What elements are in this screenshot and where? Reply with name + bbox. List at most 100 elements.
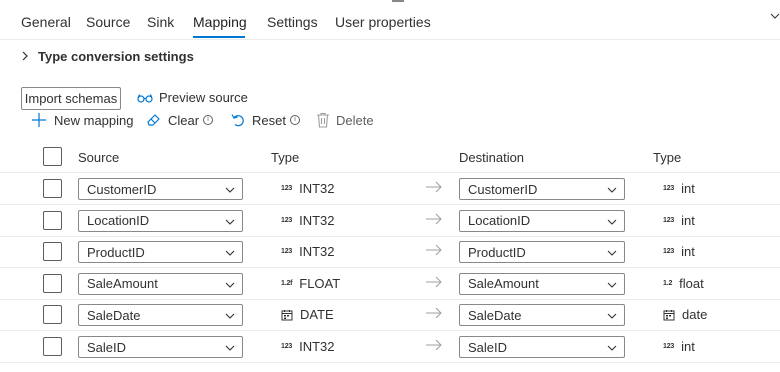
destination-type-value: int: [681, 181, 695, 196]
new-mapping-label: New mapping: [54, 112, 134, 128]
chevron-down-icon: [607, 314, 617, 320]
tab-general[interactable]: General: [21, 14, 71, 30]
table-row: LocationID 123 INT32 LocationID 123 int: [0, 205, 780, 237]
source-column-value: LocationID: [87, 213, 150, 229]
destination-column-value: ProductID: [468, 244, 526, 260]
select-all-checkbox[interactable]: [43, 147, 62, 166]
type-conversion-settings-label: Type conversion settings: [38, 48, 194, 64]
type-badge: 1.2f: [281, 279, 293, 287]
destination-column-select[interactable]: CustomerID: [459, 178, 625, 200]
source-column-value: SaleDate: [87, 307, 141, 323]
delete-button[interactable]: Delete: [316, 110, 374, 130]
source-type-cell: 123 INT32: [281, 181, 335, 196]
destination-type-value: int: [681, 244, 695, 260]
source-type-column-header: Type: [271, 150, 300, 165]
chevron-down-icon: [225, 282, 235, 288]
source-type-cell: 123 INT32: [281, 244, 335, 259]
destination-column-value: LocationID: [468, 213, 531, 229]
destination-column-value: SaleAmount: [468, 276, 539, 292]
preview-source-button[interactable]: Preview source: [137, 90, 248, 105]
chevron-down-icon: [225, 187, 235, 193]
chevron-down-icon[interactable]: [770, 10, 780, 22]
type-badge: 123: [281, 248, 293, 256]
source-type-value: INT32: [299, 181, 335, 196]
source-column-select[interactable]: LocationID: [78, 209, 243, 232]
destination-type-column-header: Type: [653, 150, 682, 165]
row-checkbox[interactable]: [43, 242, 62, 262]
source-column-select[interactable]: ProductID: [78, 241, 243, 264]
row-checkbox[interactable]: [43, 305, 62, 325]
source-column-value: CustomerID: [87, 181, 157, 197]
clear-button[interactable]: Clear i: [146, 110, 214, 130]
mapping-table-header: Source Type Destination Type: [0, 141, 780, 173]
mapping-arrow-icon: [426, 308, 442, 319]
destination-column-value: SaleID: [468, 339, 508, 355]
tab-settings[interactable]: Settings: [267, 14, 318, 30]
destination-column-select[interactable]: LocationID: [459, 209, 625, 232]
table-row: SaleDate DATE SaleDate date: [0, 299, 780, 332]
trash-icon: [317, 112, 329, 128]
source-column-value: SaleAmount: [87, 276, 158, 292]
mapping-arrow-icon: [426, 181, 442, 193]
calendar-icon: [663, 309, 675, 321]
chevron-down-icon: [225, 345, 235, 351]
row-checkbox[interactable]: [43, 273, 62, 293]
destination-type-cell: 1.2 float: [663, 276, 704, 291]
row-checkbox[interactable]: [43, 337, 62, 356]
tab-mapping[interactable]: Mapping: [193, 14, 247, 30]
destination-type-cell: 123 int: [663, 244, 695, 259]
clear-label: Clear: [168, 112, 200, 128]
mapping-arrow-icon: [426, 213, 442, 224]
reset-info-icon[interactable]: i: [289, 115, 300, 125]
chevron-down-icon: [225, 250, 235, 256]
type-badge: 123: [663, 185, 675, 192]
import-schemas-button[interactable]: Import schemas: [21, 87, 121, 110]
new-mapping-button[interactable]: New mapping: [30, 110, 134, 130]
chevron-down-icon: [607, 219, 617, 225]
destination-type-value: date: [682, 307, 708, 323]
source-column-select[interactable]: SaleID: [78, 336, 243, 358]
table-row: CustomerID 123 INT32 CustomerID 123 int: [0, 173, 780, 205]
chevron-right-icon: [22, 51, 28, 61]
source-type-value: INT32: [299, 339, 335, 354]
tab-sink[interactable]: Sink: [147, 14, 174, 30]
destination-column-header: Destination: [459, 150, 525, 165]
eraser-icon: [147, 114, 160, 126]
destination-type-cell: 123 int: [663, 339, 695, 354]
source-type-cell: 123 INT32: [281, 213, 335, 228]
source-type-value: INT32: [299, 244, 335, 260]
mapping-arrow-icon: [426, 339, 442, 351]
destination-type-cell: date: [663, 307, 707, 322]
source-column-header: Source: [78, 150, 120, 165]
type-badge: 1.2: [663, 279, 673, 287]
source-column-select[interactable]: SaleAmount: [78, 272, 243, 295]
row-checkbox[interactable]: [43, 179, 62, 198]
row-checkbox[interactable]: [43, 210, 62, 230]
destination-column-select[interactable]: SaleDate: [459, 304, 625, 327]
tab-user-properties[interactable]: User properties: [335, 14, 431, 30]
glasses-icon: [137, 93, 153, 103]
preview-source-label: Preview source: [159, 90, 248, 105]
chevron-down-icon: [607, 250, 617, 256]
undo-icon: [231, 114, 244, 127]
type-badge: 123: [663, 216, 675, 224]
destination-column-select[interactable]: SaleAmount: [459, 272, 625, 295]
destination-column-select[interactable]: ProductID: [459, 241, 625, 264]
table-row: ProductID 123 INT32 ProductID 123 int: [0, 236, 780, 269]
reset-button[interactable]: Reset i: [230, 110, 300, 130]
plus-icon: [32, 113, 46, 127]
type-conversion-settings-toggle[interactable]: Type conversion settings: [20, 46, 194, 66]
source-column-value: SaleID: [87, 339, 127, 355]
destination-type-cell: 123 int: [663, 181, 695, 196]
tab-source[interactable]: Source: [86, 14, 130, 30]
destination-column-value: SaleDate: [468, 307, 522, 323]
calendar-icon: [281, 309, 293, 321]
clear-info-icon[interactable]: i: [203, 115, 214, 125]
destination-column-select[interactable]: SaleID: [459, 336, 625, 358]
active-tab-indicator: [193, 36, 245, 38]
source-column-select[interactable]: SaleDate: [78, 304, 243, 327]
source-column-select[interactable]: CustomerID: [78, 178, 243, 200]
chevron-down-icon: [607, 187, 617, 193]
chevron-down-icon: [225, 219, 235, 225]
destination-type-cell: 123 int: [663, 213, 695, 228]
